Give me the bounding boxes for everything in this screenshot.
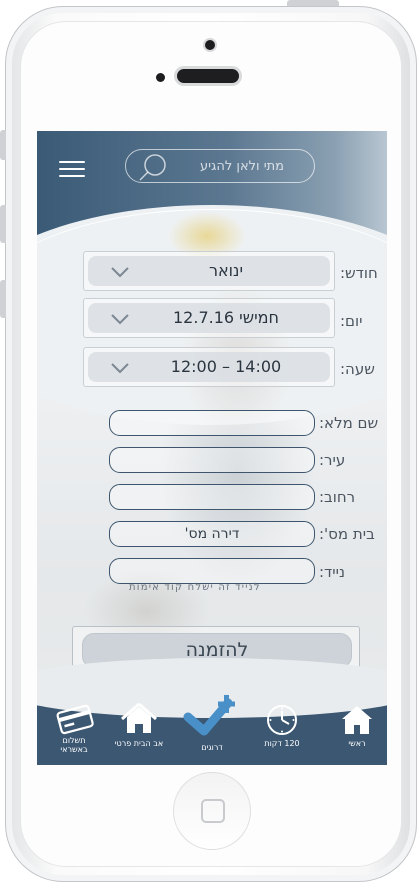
house-icon — [121, 702, 157, 733]
city-field[interactable] — [109, 447, 315, 473]
nav-label-ratings: דרוגים — [201, 743, 223, 752]
mute-switch — [0, 130, 6, 160]
home-icon — [342, 706, 372, 734]
mobile-hint: לנייד זה ישלח קוד אימות — [129, 582, 261, 593]
hamburger-menu-icon[interactable] — [59, 161, 85, 181]
time-value: 12:00 – 14:00 — [170, 357, 282, 376]
nav-label-credit-payment: תשלום באשראי — [60, 736, 88, 754]
street-label: רחוב: — [319, 488, 356, 506]
home-button[interactable] — [173, 772, 251, 850]
nav-item-credit-payment[interactable]: תשלום באשראי — [45, 699, 105, 759]
mobile-field[interactable] — [109, 558, 315, 584]
time-select[interactable]: 12:00 – 14:00 — [83, 347, 335, 387]
month-select[interactable]: ינואר — [83, 251, 335, 291]
chevron-down-icon — [111, 363, 129, 374]
chevron-down-icon — [111, 314, 129, 325]
city-label: עיר: — [319, 451, 346, 469]
nav-label-private-house: אב הבית פרטי — [114, 739, 164, 748]
check-plus-icon — [183, 695, 235, 736]
month-label: חודש: — [340, 264, 378, 282]
day-value: חמישי 12.7.16 — [173, 308, 279, 327]
nav-item-120-minutes[interactable]: 120 דקות — [252, 699, 312, 759]
credit-card-icon — [56, 704, 94, 735]
search-placeholder: מתי ולאן להגיע — [200, 159, 284, 174]
clock-icon — [267, 705, 297, 735]
volume-down-button — [0, 280, 6, 318]
house-number-field[interactable]: דירה מס' — [109, 521, 315, 547]
month-value: ינואר — [208, 261, 244, 280]
nav-item-ratings[interactable]: דרוגים — [182, 695, 242, 759]
nav-label-home: ראשי — [348, 739, 366, 748]
nav-label-120-minutes: 120 דקות — [264, 739, 300, 748]
mobile-label: נייד: — [319, 563, 345, 581]
nav-item-private-house[interactable]: אב הבית פרטי — [109, 699, 169, 759]
full-name-field[interactable] — [109, 410, 315, 436]
home-button-square-icon — [201, 799, 225, 823]
search-input[interactable]: מתי ולאן להגיע — [125, 149, 315, 183]
time-label: שעה: — [340, 360, 375, 378]
front-camera — [205, 40, 215, 50]
day-select[interactable]: חמישי 12.7.16 — [83, 298, 335, 338]
chevron-down-icon — [111, 267, 129, 278]
earpiece-speaker — [177, 69, 239, 83]
sensor — [156, 73, 165, 82]
nav-item-home[interactable]: ראשי — [327, 699, 387, 759]
app-screen: מתי ולאן להגיע חודש: ינואר יום: חמישי 12… — [37, 131, 387, 765]
street-field[interactable] — [109, 484, 315, 510]
search-icon — [139, 154, 166, 181]
volume-up-button — [0, 205, 6, 243]
day-label: יום: — [340, 312, 363, 330]
power-button — [287, 0, 339, 6]
full-name-label: שם מלא: — [319, 414, 379, 432]
house-number-label: בית מס': — [319, 525, 375, 543]
